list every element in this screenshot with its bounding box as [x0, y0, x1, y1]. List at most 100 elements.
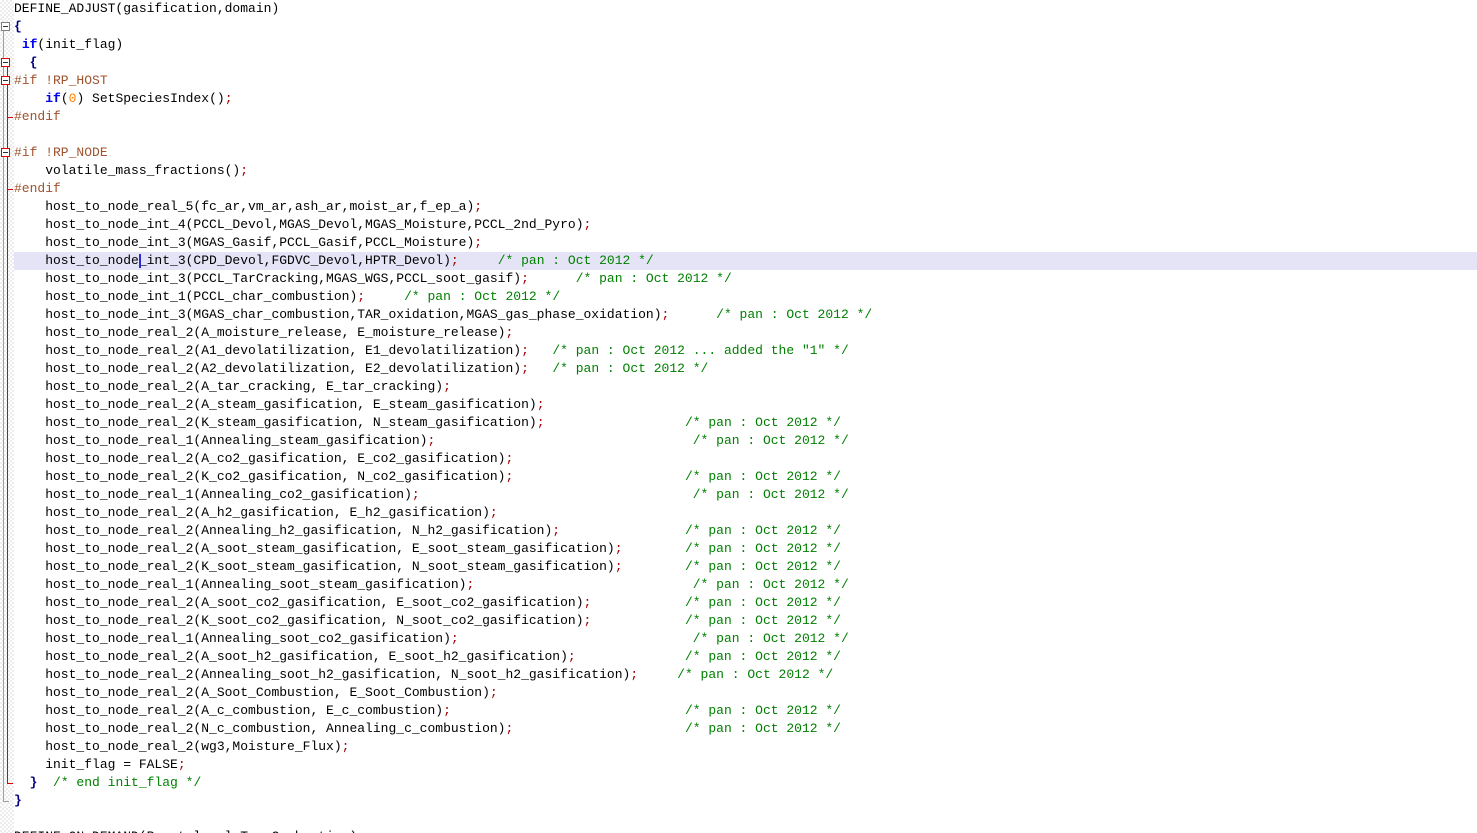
- code-token: /* pan : Oct 2012 */: [685, 415, 841, 430]
- code-lines[interactable]: DEFINE_ADJUST(gasification,domain){ if(i…: [14, 0, 1477, 833]
- code-token: ) SetSpeciesIndex(): [76, 91, 224, 106]
- code-token: if: [45, 91, 61, 106]
- code-line[interactable]: if(0) SetSpeciesIndex();: [14, 90, 1477, 108]
- code-token: host_to_node_real_2(A_tar_cracking, E_ta…: [14, 379, 443, 394]
- code-line[interactable]: host_to_node_int_3(PCCL_TarCracking,MGAS…: [14, 270, 1477, 288]
- code-line[interactable]: if(init_flag): [14, 36, 1477, 54]
- code-line[interactable]: #endif: [14, 180, 1477, 198]
- code-token: /* pan : Oct 2012 */: [685, 595, 841, 610]
- code-token: host_to_node_real_1(Annealing_soot_steam…: [14, 577, 466, 592]
- code-token: host_to_node_real_2(A_Soot_Combustion, E…: [14, 685, 490, 700]
- code-token: ;: [178, 757, 186, 772]
- code-token: ;: [630, 667, 638, 682]
- code-token: (: [61, 91, 69, 106]
- code-line[interactable]: host_to_node_real_2(A_soot_steam_gasific…: [14, 540, 1477, 558]
- code-line[interactable]: host_to_node_real_2(A_tar_cracking, E_ta…: [14, 378, 1477, 396]
- fold-toggle-button[interactable]: [1, 58, 10, 67]
- code-token: #endif: [14, 109, 61, 124]
- code-token: host_to_node_real_2(A_soot_h2_gasificati…: [14, 649, 568, 664]
- code-token: host_to_node_real_2(Annealing_h2_gasific…: [14, 523, 552, 538]
- code-line[interactable]: host_to_node_real_5(fc_ar,vm_ar,ash_ar,m…: [14, 198, 1477, 216]
- code-token: host_to_node_real_2(wg3,Moisture_Flux): [14, 739, 342, 754]
- fold-toggle-button[interactable]: [1, 148, 10, 157]
- code-token: [576, 649, 685, 664]
- code-line[interactable]: [14, 126, 1477, 144]
- code-line[interactable]: host_to_node_real_2(K_steam_gasification…: [14, 414, 1477, 432]
- code-token: host_to_node_int_3(PCCL_TarCracking,MGAS…: [14, 271, 521, 286]
- code-line[interactable]: host_to_node_real_2(A_soot_co2_gasificat…: [14, 594, 1477, 612]
- code-token: [623, 559, 685, 574]
- code-line[interactable]: } /* end init_flag */: [14, 774, 1477, 792]
- code-line[interactable]: host_to_node_real_1(Annealing_soot_steam…: [14, 576, 1477, 594]
- code-line[interactable]: host_to_node_real_1(Annealing_soot_co2_g…: [14, 630, 1477, 648]
- code-token: [14, 91, 45, 106]
- code-line[interactable]: #if !RP_HOST: [14, 72, 1477, 90]
- code-token: host_to_node_real_2(K_soot_steam_gasific…: [14, 559, 615, 574]
- code-token: /* pan : Oct 2012 */: [693, 631, 849, 646]
- code-line[interactable]: host_to_node_real_2(A2_devolatilization,…: [14, 360, 1477, 378]
- code-line[interactable]: }: [14, 792, 1477, 810]
- code-token: host_to_node_int_3(CPD_Devol,FGDVC_Devol…: [14, 253, 451, 268]
- code-token: [545, 415, 685, 430]
- code-line[interactable]: host_to_node_int_3(CPD_Devol,FGDVC_Devol…: [14, 252, 1477, 270]
- code-line[interactable]: host_to_node_real_2(A_h2_gasification, E…: [14, 504, 1477, 522]
- code-line[interactable]: host_to_node_real_2(A_moisture_release, …: [14, 324, 1477, 342]
- code-line[interactable]: #endif: [14, 108, 1477, 126]
- code-line[interactable]: host_to_node_real_2(A1_devolatilization,…: [14, 342, 1477, 360]
- code-line[interactable]: host_to_node_real_2(K_co2_gasification, …: [14, 468, 1477, 486]
- code-token: ;: [505, 451, 513, 466]
- code-token: host_to_node_real_1(Annealing_co2_gasifi…: [14, 487, 412, 502]
- code-token: [529, 343, 552, 358]
- code-line[interactable]: host_to_node_real_2(wg3,Moisture_Flux);: [14, 738, 1477, 756]
- code-line[interactable]: host_to_node_real_2(K_soot_co2_gasificat…: [14, 612, 1477, 630]
- code-line[interactable]: host_to_node_int_3(MGAS_char_combustion,…: [14, 306, 1477, 324]
- code-line[interactable]: host_to_node_real_2(K_soot_steam_gasific…: [14, 558, 1477, 576]
- code-line[interactable]: host_to_node_real_2(A_steam_gasification…: [14, 396, 1477, 414]
- code-token: ;: [521, 271, 529, 286]
- fold-scope-line: [7, 157, 8, 189]
- code-token: ;: [521, 343, 529, 358]
- code-line[interactable]: #if !RP_NODE: [14, 144, 1477, 162]
- code-token: host_to_node_real_2(A_co2_gasification, …: [14, 451, 505, 466]
- code-line[interactable]: host_to_node_real_1(Annealing_steam_gasi…: [14, 432, 1477, 450]
- code-line[interactable]: [14, 810, 1477, 828]
- fold-toggle-button[interactable]: [1, 76, 10, 85]
- code-line[interactable]: host_to_node_real_2(Annealing_h2_gasific…: [14, 522, 1477, 540]
- code-editor[interactable]: DEFINE_ADJUST(gasification,domain){ if(i…: [0, 0, 1477, 833]
- code-token: [591, 595, 685, 610]
- code-token: [474, 577, 692, 592]
- code-line[interactable]: host_to_node_real_1(Annealing_co2_gasifi…: [14, 486, 1477, 504]
- code-token: [669, 307, 716, 322]
- fold-scope-end: [7, 783, 13, 784]
- code-line[interactable]: host_to_node_real_2(Annealing_soot_h2_ga…: [14, 666, 1477, 684]
- code-token: host_to_node_real_2(A_h2_gasification, E…: [14, 505, 490, 520]
- code-token: ;: [584, 217, 592, 232]
- code-line[interactable]: host_to_node_int_3(MGAS_Gasif,PCCL_Gasif…: [14, 234, 1477, 252]
- code-token: /* pan : Oct 2012 */: [685, 613, 841, 628]
- code-line[interactable]: DEFINE_ON_DEMAND(Reset_local_Two_Combust…: [14, 828, 1477, 833]
- code-token: host_to_node_real_1(Annealing_soot_co2_g…: [14, 631, 451, 646]
- code-token: ;: [490, 685, 498, 700]
- fold-toggle-button[interactable]: [1, 22, 10, 31]
- code-line[interactable]: {: [14, 18, 1477, 36]
- fold-gutter: [0, 0, 14, 833]
- code-line[interactable]: volatile_mass_fractions();: [14, 162, 1477, 180]
- code-line[interactable]: host_to_node_int_1(PCCL_char_combustion)…: [14, 288, 1477, 306]
- code-token: /* pan : Oct 2012 */: [498, 253, 654, 268]
- code-line[interactable]: host_to_node_int_4(PCCL_Devol,MGAS_Devol…: [14, 216, 1477, 234]
- code-token: [591, 613, 685, 628]
- code-token: (init_flag): [37, 37, 123, 52]
- code-line[interactable]: host_to_node_real_2(A_co2_gasification, …: [14, 450, 1477, 468]
- code-line[interactable]: DEFINE_ADJUST(gasification,domain): [14, 0, 1477, 18]
- code-line[interactable]: host_to_node_real_2(A_c_combustion, E_c_…: [14, 702, 1477, 720]
- code-line[interactable]: host_to_node_real_2(A_soot_h2_gasificati…: [14, 648, 1477, 666]
- fold-scope-end: [3, 801, 9, 802]
- text-caret: [139, 254, 141, 268]
- code-line[interactable]: host_to_node_real_2(N_c_combustion, Anne…: [14, 720, 1477, 738]
- code-line[interactable]: init_flag = FALSE;: [14, 756, 1477, 774]
- code-token: [420, 487, 693, 502]
- code-line[interactable]: host_to_node_real_2(A_Soot_Combustion, E…: [14, 684, 1477, 702]
- code-token: ;: [568, 649, 576, 664]
- code-token: ;: [521, 361, 529, 376]
- code-line[interactable]: {: [14, 54, 1477, 72]
